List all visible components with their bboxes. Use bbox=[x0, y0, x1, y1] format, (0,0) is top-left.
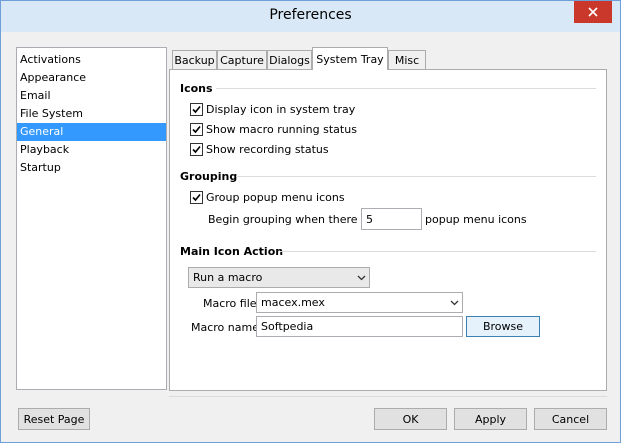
category-item-appearance[interactable]: Appearance bbox=[17, 69, 166, 87]
macro-file-value: macex.mex bbox=[261, 296, 325, 309]
checkbox-box[interactable] bbox=[190, 190, 203, 204]
panel-divider bbox=[169, 396, 607, 397]
close-button[interactable] bbox=[574, 1, 612, 23]
category-item-file-system[interactable]: File System bbox=[17, 105, 166, 123]
checkmark-icon bbox=[192, 193, 201, 201]
category-list[interactable]: Activations Appearance Email File System… bbox=[16, 47, 167, 390]
category-item-startup[interactable]: Startup bbox=[17, 159, 166, 177]
begin-grouping-label: Begin grouping when there are bbox=[208, 213, 379, 226]
browse-button[interactable]: Browse bbox=[466, 316, 540, 337]
grouping-count-input[interactable] bbox=[361, 208, 422, 230]
chevron-down-icon bbox=[446, 293, 462, 312]
apply-button[interactable]: Apply bbox=[454, 408, 527, 430]
checkmark-icon bbox=[192, 105, 201, 113]
group-popup-icons-checkbox[interactable]: Group popup menu icons bbox=[190, 189, 345, 205]
macro-name-label: Macro name: bbox=[191, 321, 263, 334]
category-item-activations[interactable]: Activations bbox=[17, 51, 166, 69]
system-tray-panel: Icons Display icon in system tray Show m… bbox=[169, 69, 607, 391]
grouping-group-heading: Grouping bbox=[180, 170, 238, 183]
tab-dialogs[interactable]: Dialogs bbox=[267, 50, 312, 70]
window-title: Preferences bbox=[269, 7, 352, 23]
checkbox-label: Group popup menu icons bbox=[206, 190, 345, 204]
close-icon bbox=[588, 7, 598, 17]
checkbox-label: Display icon in system tray bbox=[206, 102, 356, 116]
macro-name-input[interactable] bbox=[256, 316, 463, 337]
tab-capture[interactable]: Capture bbox=[217, 50, 267, 70]
tab-backup[interactable]: Backup bbox=[172, 50, 217, 70]
category-item-playback[interactable]: Playback bbox=[17, 141, 166, 159]
reset-page-button[interactable]: Reset Page bbox=[18, 408, 90, 430]
category-item-email[interactable]: Email bbox=[17, 87, 166, 105]
main-action-value: Run a macro bbox=[193, 271, 263, 284]
title-bar[interactable]: Preferences bbox=[1, 1, 620, 32]
tab-misc[interactable]: Misc bbox=[388, 50, 426, 70]
tab-system-tray[interactable]: System Tray bbox=[312, 47, 388, 70]
icons-group-heading: Icons bbox=[180, 82, 213, 95]
checkbox-label: Show recording status bbox=[206, 142, 329, 156]
checkmark-icon bbox=[192, 145, 201, 153]
preferences-window: Preferences Activations Appearance Email… bbox=[0, 0, 621, 443]
checkmark-icon bbox=[192, 125, 201, 133]
main-action-select[interactable]: Run a macro bbox=[188, 267, 370, 288]
macro-file-select[interactable]: macex.mex bbox=[256, 292, 463, 313]
checkbox-box[interactable] bbox=[190, 142, 203, 156]
show-running-status-checkbox[interactable]: Show macro running status bbox=[190, 121, 357, 137]
chevron-down-icon bbox=[353, 268, 369, 287]
ok-button[interactable]: OK bbox=[374, 408, 447, 430]
checkbox-box[interactable] bbox=[190, 102, 203, 116]
cancel-button[interactable]: Cancel bbox=[534, 408, 607, 430]
show-recording-status-checkbox[interactable]: Show recording status bbox=[190, 141, 329, 157]
main-action-group-divider bbox=[280, 251, 596, 252]
checkbox-label: Show macro running status bbox=[206, 122, 357, 136]
grouping-group-divider bbox=[236, 176, 596, 177]
checkbox-box[interactable] bbox=[190, 122, 203, 136]
icons-group-divider bbox=[216, 88, 596, 89]
macro-file-label: Macro file: bbox=[203, 297, 261, 310]
popup-menu-icons-label: popup menu icons bbox=[425, 213, 527, 226]
main-action-group-heading: Main Icon Action bbox=[180, 245, 284, 258]
category-item-general[interactable]: General bbox=[17, 123, 166, 141]
display-icon-checkbox[interactable]: Display icon in system tray bbox=[190, 101, 355, 117]
